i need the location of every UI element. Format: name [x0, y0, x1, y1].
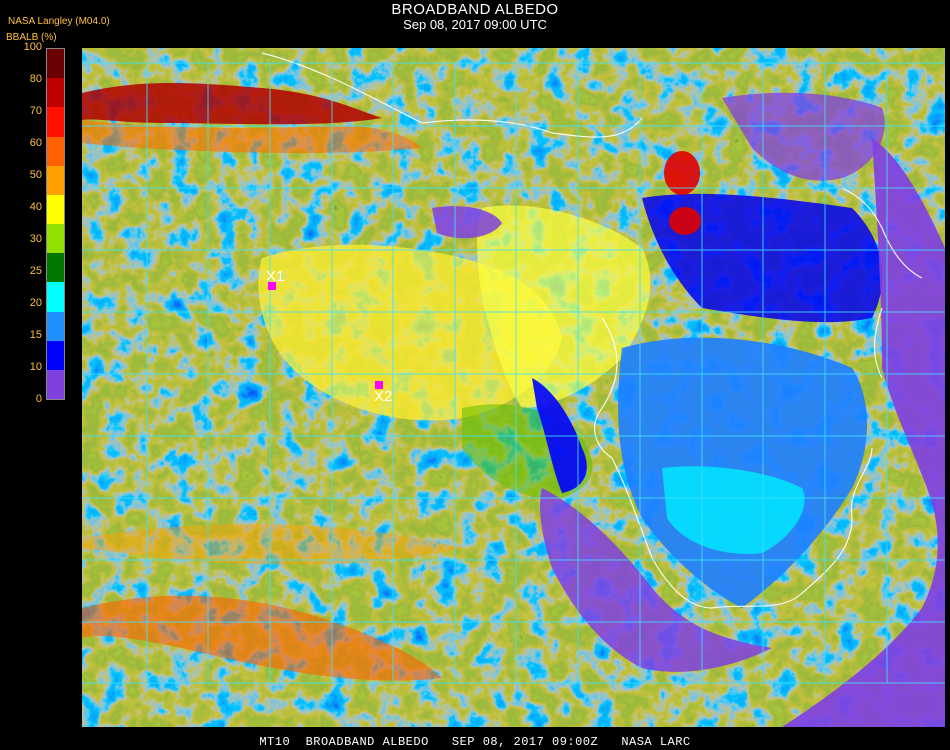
colorbar-tick-label: 20 [29, 297, 42, 309]
colorbar-segment [47, 107, 64, 137]
colorbar-segment [47, 282, 64, 312]
albedo-map: X1 X2 [82, 48, 945, 727]
producer-label: NASA Langley (M04.0) [8, 16, 110, 27]
colorbar-segment [47, 136, 64, 167]
colorbar-segment [47, 78, 64, 108]
colorbar-tick-label: 40 [29, 201, 42, 213]
colorbar-tick-label: 50 [29, 169, 42, 181]
colorbar-segment [47, 165, 64, 196]
colorbar-tick-label: 80 [29, 73, 42, 85]
colorbar-segment [47, 49, 64, 79]
colorbar-tick-label: 30 [29, 233, 42, 245]
colorbar-segment [47, 253, 64, 283]
colorbar-tick-label: 60 [29, 137, 42, 149]
site-marker-label: X1 [266, 268, 284, 285]
site-marker-label: X2 [374, 388, 392, 405]
colorbar-segment [47, 224, 64, 254]
map-title: BROADBAND ALBEDO [391, 1, 559, 18]
colorbar-tick-label: 10 [29, 361, 42, 373]
colorbar-tick-label: 25 [29, 265, 42, 277]
colorbar-segment [47, 369, 64, 400]
colorbar [46, 48, 65, 400]
colorbar-tick-label: 15 [29, 329, 42, 341]
map-datetime: Sep 08, 2017 09:00 UTC [403, 17, 547, 32]
colorbar-tick-label: 0 [35, 393, 42, 405]
colorbar-segment [47, 194, 64, 225]
colorbar-tick-label: 100 [23, 41, 42, 53]
colorbar-segment [47, 340, 64, 371]
footer-caption: MT10 BROADBAND ALBEDO SEP 08, 2017 09:00… [259, 735, 691, 749]
colorbar-segment [47, 311, 64, 342]
east-africa-red-cell-2 [669, 207, 701, 235]
colorbar-tick-label: 70 [29, 105, 42, 117]
